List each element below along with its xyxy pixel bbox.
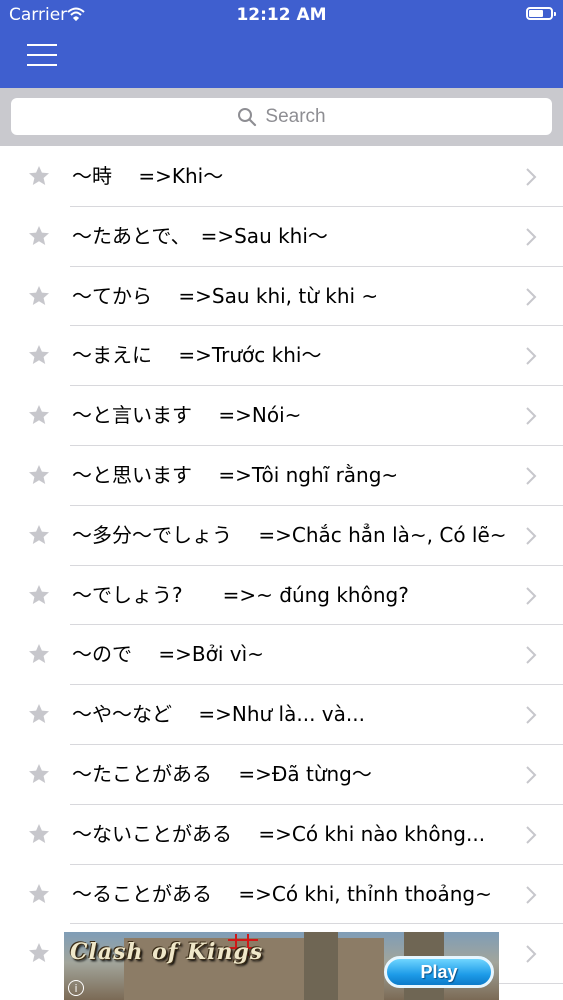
hamburger-menu-icon[interactable] bbox=[27, 44, 57, 68]
star-icon[interactable] bbox=[27, 941, 51, 965]
star-icon[interactable] bbox=[27, 523, 51, 547]
star-icon[interactable] bbox=[27, 343, 51, 367]
chevron-right-icon bbox=[526, 586, 537, 605]
list-item-label: ～たことがある =>Đã từng～ bbox=[72, 761, 372, 786]
ad-title: Clash of Kings bbox=[70, 939, 264, 965]
list-item[interactable]: ～たことがある =>Đã từng～ bbox=[0, 745, 563, 805]
chevron-right-icon bbox=[526, 287, 537, 306]
star-icon[interactable] bbox=[27, 642, 51, 666]
ad-banner[interactable]: Clash of Kings Play i bbox=[64, 932, 499, 1000]
list-item-label: ～たあとで、 =>Sau khi～ bbox=[72, 223, 328, 248]
list-item[interactable]: ～まえに =>Trước khi～ bbox=[0, 326, 563, 387]
status-time: 12:12 AM bbox=[236, 5, 327, 25]
chevron-right-icon bbox=[526, 407, 537, 425]
chevron-right-icon bbox=[526, 826, 537, 844]
list-item[interactable]: ～ので =>Bởi vì~ bbox=[0, 625, 563, 686]
list-item[interactable]: ～ることがある =>Có khi, thỉnh thoảng~ bbox=[0, 865, 563, 925]
list-item-label: ～多分～でしょう =>Chắc hẳn là~, Có lẽ~ bbox=[72, 522, 507, 547]
star-icon[interactable] bbox=[27, 403, 51, 427]
list-item-label: ～と言います =>Nói~ bbox=[72, 403, 302, 428]
status-bar: Carrier 12:12 AM bbox=[0, 0, 563, 30]
list-item[interactable]: ～ないことがある =>Có khi nào không... bbox=[0, 805, 563, 865]
chevron-right-icon bbox=[526, 527, 537, 545]
chevron-right-icon bbox=[526, 347, 537, 366]
list-item[interactable]: ～と言います =>Nói~ bbox=[0, 386, 563, 446]
search-bar: Search bbox=[0, 88, 563, 146]
star-icon[interactable] bbox=[27, 224, 51, 248]
nav-header: Carrier 12:12 AM bbox=[0, 0, 563, 88]
ad-play-button[interactable]: Play bbox=[384, 956, 494, 988]
star-icon[interactable] bbox=[27, 583, 51, 607]
list-item-label: ～と思います =>Tôi nghĩ rằng~ bbox=[72, 462, 399, 487]
list-item[interactable]: ～てから =>Sau khi, từ khi ~ bbox=[0, 267, 563, 327]
list-item[interactable]: ～でしょう? =>~ đúng không? bbox=[0, 566, 563, 626]
list-item-label: ～ないことがある =>Có khi nào không... bbox=[72, 821, 486, 846]
chevron-right-icon bbox=[526, 706, 537, 724]
list-item-label: ～でしょう? =>~ đúng không? bbox=[72, 582, 409, 607]
star-icon[interactable] bbox=[27, 882, 51, 906]
list-item-label: ～ので =>Bởi vì~ bbox=[72, 642, 264, 667]
list-item-label: ～てから =>Sau khi, từ khi ~ bbox=[72, 283, 379, 308]
chevron-right-icon bbox=[526, 766, 537, 784]
search-icon bbox=[238, 107, 257, 126]
list-item-label: ～時 =>Khi～ bbox=[72, 164, 224, 188]
star-icon[interactable] bbox=[27, 284, 51, 308]
battery-icon bbox=[526, 7, 556, 20]
chevron-right-icon bbox=[526, 885, 537, 904]
search-placeholder: Search bbox=[265, 105, 326, 127]
star-icon[interactable] bbox=[27, 164, 51, 188]
list-item[interactable]: ～と思います =>Tôi nghĩ rằng~ bbox=[0, 446, 563, 506]
grammar-list: ～時 =>Khi～ ～たあとで、 =>Sau khi～ ～てから =>Sau k… bbox=[0, 147, 563, 985]
list-item[interactable]: ～時 =>Khi～ bbox=[0, 147, 563, 207]
star-icon[interactable] bbox=[27, 762, 51, 786]
search-input[interactable]: Search bbox=[11, 98, 552, 135]
chevron-right-icon bbox=[526, 646, 537, 665]
star-icon[interactable] bbox=[27, 822, 51, 846]
list-item[interactable]: ～や～など =>Như là... và... bbox=[0, 685, 563, 745]
star-icon[interactable] bbox=[27, 463, 51, 487]
ad-background-tower bbox=[304, 932, 338, 1000]
list-item-label: ～まえに =>Trước khi～ bbox=[72, 343, 322, 368]
list-item-label: ～ることがある =>Có khi, thỉnh thoảng~ bbox=[72, 881, 492, 906]
list-item-label: ～や～など =>Như là... và... bbox=[72, 702, 365, 727]
chevron-right-icon bbox=[526, 168, 537, 186]
star-icon[interactable] bbox=[27, 702, 51, 726]
chevron-right-icon bbox=[526, 945, 537, 964]
ad-info-icon[interactable]: i bbox=[68, 980, 84, 996]
chevron-right-icon bbox=[526, 467, 537, 485]
chevron-right-icon bbox=[526, 228, 537, 246]
list-item[interactable]: ～たあとで、 =>Sau khi～ bbox=[0, 207, 563, 267]
list-item[interactable]: ～多分～でしょう =>Chắc hẳn là~, Có lẽ~ bbox=[0, 506, 563, 566]
